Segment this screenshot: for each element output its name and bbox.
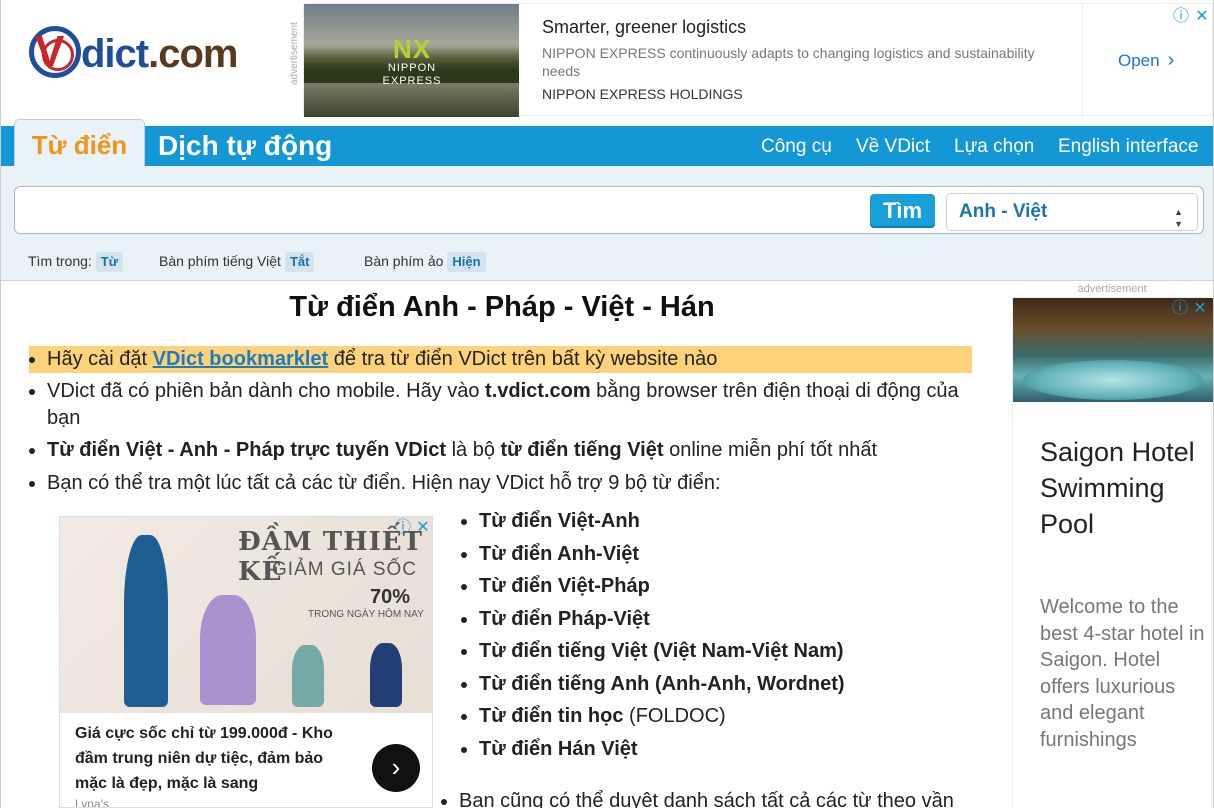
dress-figure bbox=[124, 535, 168, 707]
chevron-right-icon[interactable]: › bbox=[372, 744, 420, 792]
select-arrows-icon: ▲ ▼ bbox=[1174, 207, 1183, 229]
language-select[interactable]: Anh - Việt ▲ ▼ bbox=[946, 193, 1198, 231]
dress-figure bbox=[292, 645, 324, 707]
list-item: VDict đã có phiên bản dành cho mobile. H… bbox=[29, 378, 972, 432]
ad-top-open-button[interactable]: Open › bbox=[1118, 49, 1174, 72]
tab-dictionary[interactable]: Từ điển bbox=[14, 119, 145, 171]
option-search-in-toggle[interactable]: Từ bbox=[95, 252, 124, 272]
dict-item-han-viet[interactable]: Từ điển Hán Việt bbox=[461, 736, 981, 763]
logo-v: V bbox=[35, 27, 65, 76]
bullet-vdict-online: Từ điển Việt - Anh - Pháp trực tuyến VDi… bbox=[29, 437, 972, 464]
option-search-in-label: Tìm trong: bbox=[28, 253, 92, 269]
page-title: Từ điển Anh - Pháp - Việt - Hán bbox=[289, 291, 715, 323]
ad-top-title[interactable]: Smarter, greener logistics bbox=[542, 17, 746, 38]
bookmarklet-link[interactable]: VDict bookmarklet bbox=[153, 348, 329, 370]
ad-top-desc: NIPPON EXPRESS continuously adapts to ch… bbox=[542, 45, 1035, 79]
dict-item-anh-viet[interactable]: Từ điển Anh-Việt bbox=[461, 541, 981, 568]
ad-close-icon[interactable]: ✕ bbox=[1191, 300, 1209, 318]
ad-top-open-label: Open bbox=[1118, 51, 1160, 70]
list-item: Từ điển Việt - Anh - Pháp trực tuyến VDi… bbox=[29, 437, 972, 464]
ad-top-label: advertisement bbox=[289, 22, 300, 86]
nx-name1: NIPPON bbox=[387, 62, 437, 74]
logo-text: dict.com bbox=[81, 28, 238, 80]
ad-top-banner[interactable]: NX NIPPON EXPRESS Smarter, greener logis… bbox=[303, 3, 1213, 117]
option-vn-keyboard-toggle[interactable]: Tắt bbox=[284, 252, 315, 272]
ad-top-image: NX NIPPON EXPRESS bbox=[304, 4, 519, 117]
logo-dict: dict bbox=[81, 32, 149, 76]
ad-close-icon[interactable]: ✕ bbox=[1193, 8, 1211, 26]
dict-item-tieng-anh[interactable]: Từ điển tiếng Anh (Anh-Anh, Wordnet) bbox=[461, 671, 981, 698]
ad-dress-today: TRONG NGÀY HÔM NAY bbox=[308, 609, 424, 620]
option-vn-keyboard: Bàn phím tiếng Việt Tắt bbox=[159, 252, 315, 272]
ad-info-icon[interactable]: ⓘ bbox=[394, 519, 412, 537]
list-item: Bạn có thể tra một lúc tất cả các từ điể… bbox=[29, 470, 972, 497]
bullet-mobile: VDict đã có phiên bản dành cho mobile. H… bbox=[29, 378, 972, 432]
list-item: Bạn cũng có thể duyệt danh sách tất cả c… bbox=[441, 788, 1001, 808]
ad-hotel-title[interactable]: Saigon Hotel Swimming Pool bbox=[1040, 434, 1210, 542]
ad-top-water bbox=[304, 83, 519, 117]
ad-dress-caption[interactable]: Giá cực sốc chỉ từ 199.000đ - Kho đầm tr… bbox=[75, 721, 355, 796]
dict-item-tin-hoc[interactable]: Từ điển tin học (FOLDOC) bbox=[461, 703, 981, 730]
dictionary-list: Từ điển Việt-Anh Từ điển Anh-Việt Từ điể… bbox=[461, 508, 981, 768]
ad-info-icon[interactable]: ⓘ bbox=[1172, 8, 1190, 26]
language-select-value: Anh - Việt bbox=[959, 201, 1048, 222]
vdict-logo[interactable]: V dict.com bbox=[29, 26, 249, 80]
search-input[interactable] bbox=[25, 196, 855, 226]
option-vn-keyboard-label: Bàn phím tiếng Việt bbox=[159, 253, 281, 269]
option-virtual-keyboard-toggle[interactable]: Hiện bbox=[447, 252, 486, 272]
ad-dress-subhead: GIẢM GIÁ SỐC bbox=[272, 559, 418, 580]
option-virtual-keyboard-label: Bàn phím ảo bbox=[364, 253, 444, 269]
ad-close-icon[interactable]: ✕ bbox=[414, 519, 432, 537]
nx-name2: EXPRESS bbox=[382, 75, 442, 87]
nx-mark: NX bbox=[392, 34, 432, 64]
ad-hotel-desc: Welcome to the best 4-star hotel in Saig… bbox=[1040, 596, 1205, 751]
ad-info-icon[interactable]: ⓘ bbox=[1171, 300, 1189, 318]
option-virtual-keyboard: Bàn phím ảo Hiện bbox=[364, 252, 486, 272]
bullet-browse: Bạn cũng có thể duyệt danh sách tất cả c… bbox=[441, 788, 1001, 808]
dress-figure bbox=[200, 595, 256, 705]
pool-shape bbox=[1023, 360, 1203, 400]
search-button[interactable]: Tìm bbox=[870, 194, 935, 228]
ad-dress-advertiser: Lyna's bbox=[75, 797, 109, 808]
ad-top-separator bbox=[1082, 4, 1083, 117]
chevron-right-icon: › bbox=[1167, 49, 1175, 71]
ad-hotel-banner[interactable]: ⓘ ✕ Saigon Hotel Swimming Pool Welcome t… bbox=[1012, 297, 1213, 808]
ad-dress-discount: 70% bbox=[370, 586, 411, 608]
nav-link-tools[interactable]: Công cụ bbox=[761, 126, 832, 166]
nippon-express-logo: NX NIPPON EXPRESS bbox=[378, 36, 446, 88]
bullet-dictionaries: Bạn có thể tra một lúc tất cả các từ điể… bbox=[29, 470, 972, 497]
list-item: Hãy cài đặt VDict bookmarklet để tra từ … bbox=[29, 346, 972, 373]
tab-auto-translate[interactable]: Dịch tự động bbox=[158, 126, 332, 166]
dress-figure bbox=[370, 643, 402, 707]
dict-item-viet-anh[interactable]: Từ điển Việt-Anh bbox=[461, 508, 981, 535]
ad-dress-image: ĐẦM THIẾT KẾ GIẢM GIÁ SỐC 70% TRONG NGÀY… bbox=[60, 517, 432, 713]
ad-right-label: advertisement bbox=[1077, 283, 1147, 295]
nav-link-about[interactable]: Về VDict bbox=[856, 126, 930, 166]
page: V dict.com advertisement NX NIPPON EXPRE… bbox=[0, 0, 1214, 808]
mobile-site-link[interactable]: t.vdict.com bbox=[485, 380, 591, 402]
ad-dress-banner[interactable]: ĐẦM THIẾT KẾ GIẢM GIÁ SỐC 70% TRONG NGÀY… bbox=[59, 516, 433, 808]
ad-top-advertiser: NIPPON EXPRESS HOLDINGS bbox=[542, 86, 743, 102]
bullet-bookmarklet: Hãy cài đặt VDict bookmarklet để tra từ … bbox=[29, 346, 972, 373]
dict-item-viet-phap[interactable]: Từ điển Việt-Pháp bbox=[461, 573, 981, 600]
dict-item-tieng-viet[interactable]: Từ điển tiếng Việt (Việt Nam-Việt Nam) bbox=[461, 638, 981, 665]
option-search-in: Tìm trong: Từ bbox=[28, 252, 124, 272]
logo-com: .com bbox=[148, 32, 238, 76]
nav-link-options[interactable]: Lựa chọn bbox=[954, 126, 1034, 166]
dict-item-phap-viet[interactable]: Từ điển Pháp-Việt bbox=[461, 606, 981, 633]
nav-link-english[interactable]: English interface bbox=[1058, 126, 1198, 166]
